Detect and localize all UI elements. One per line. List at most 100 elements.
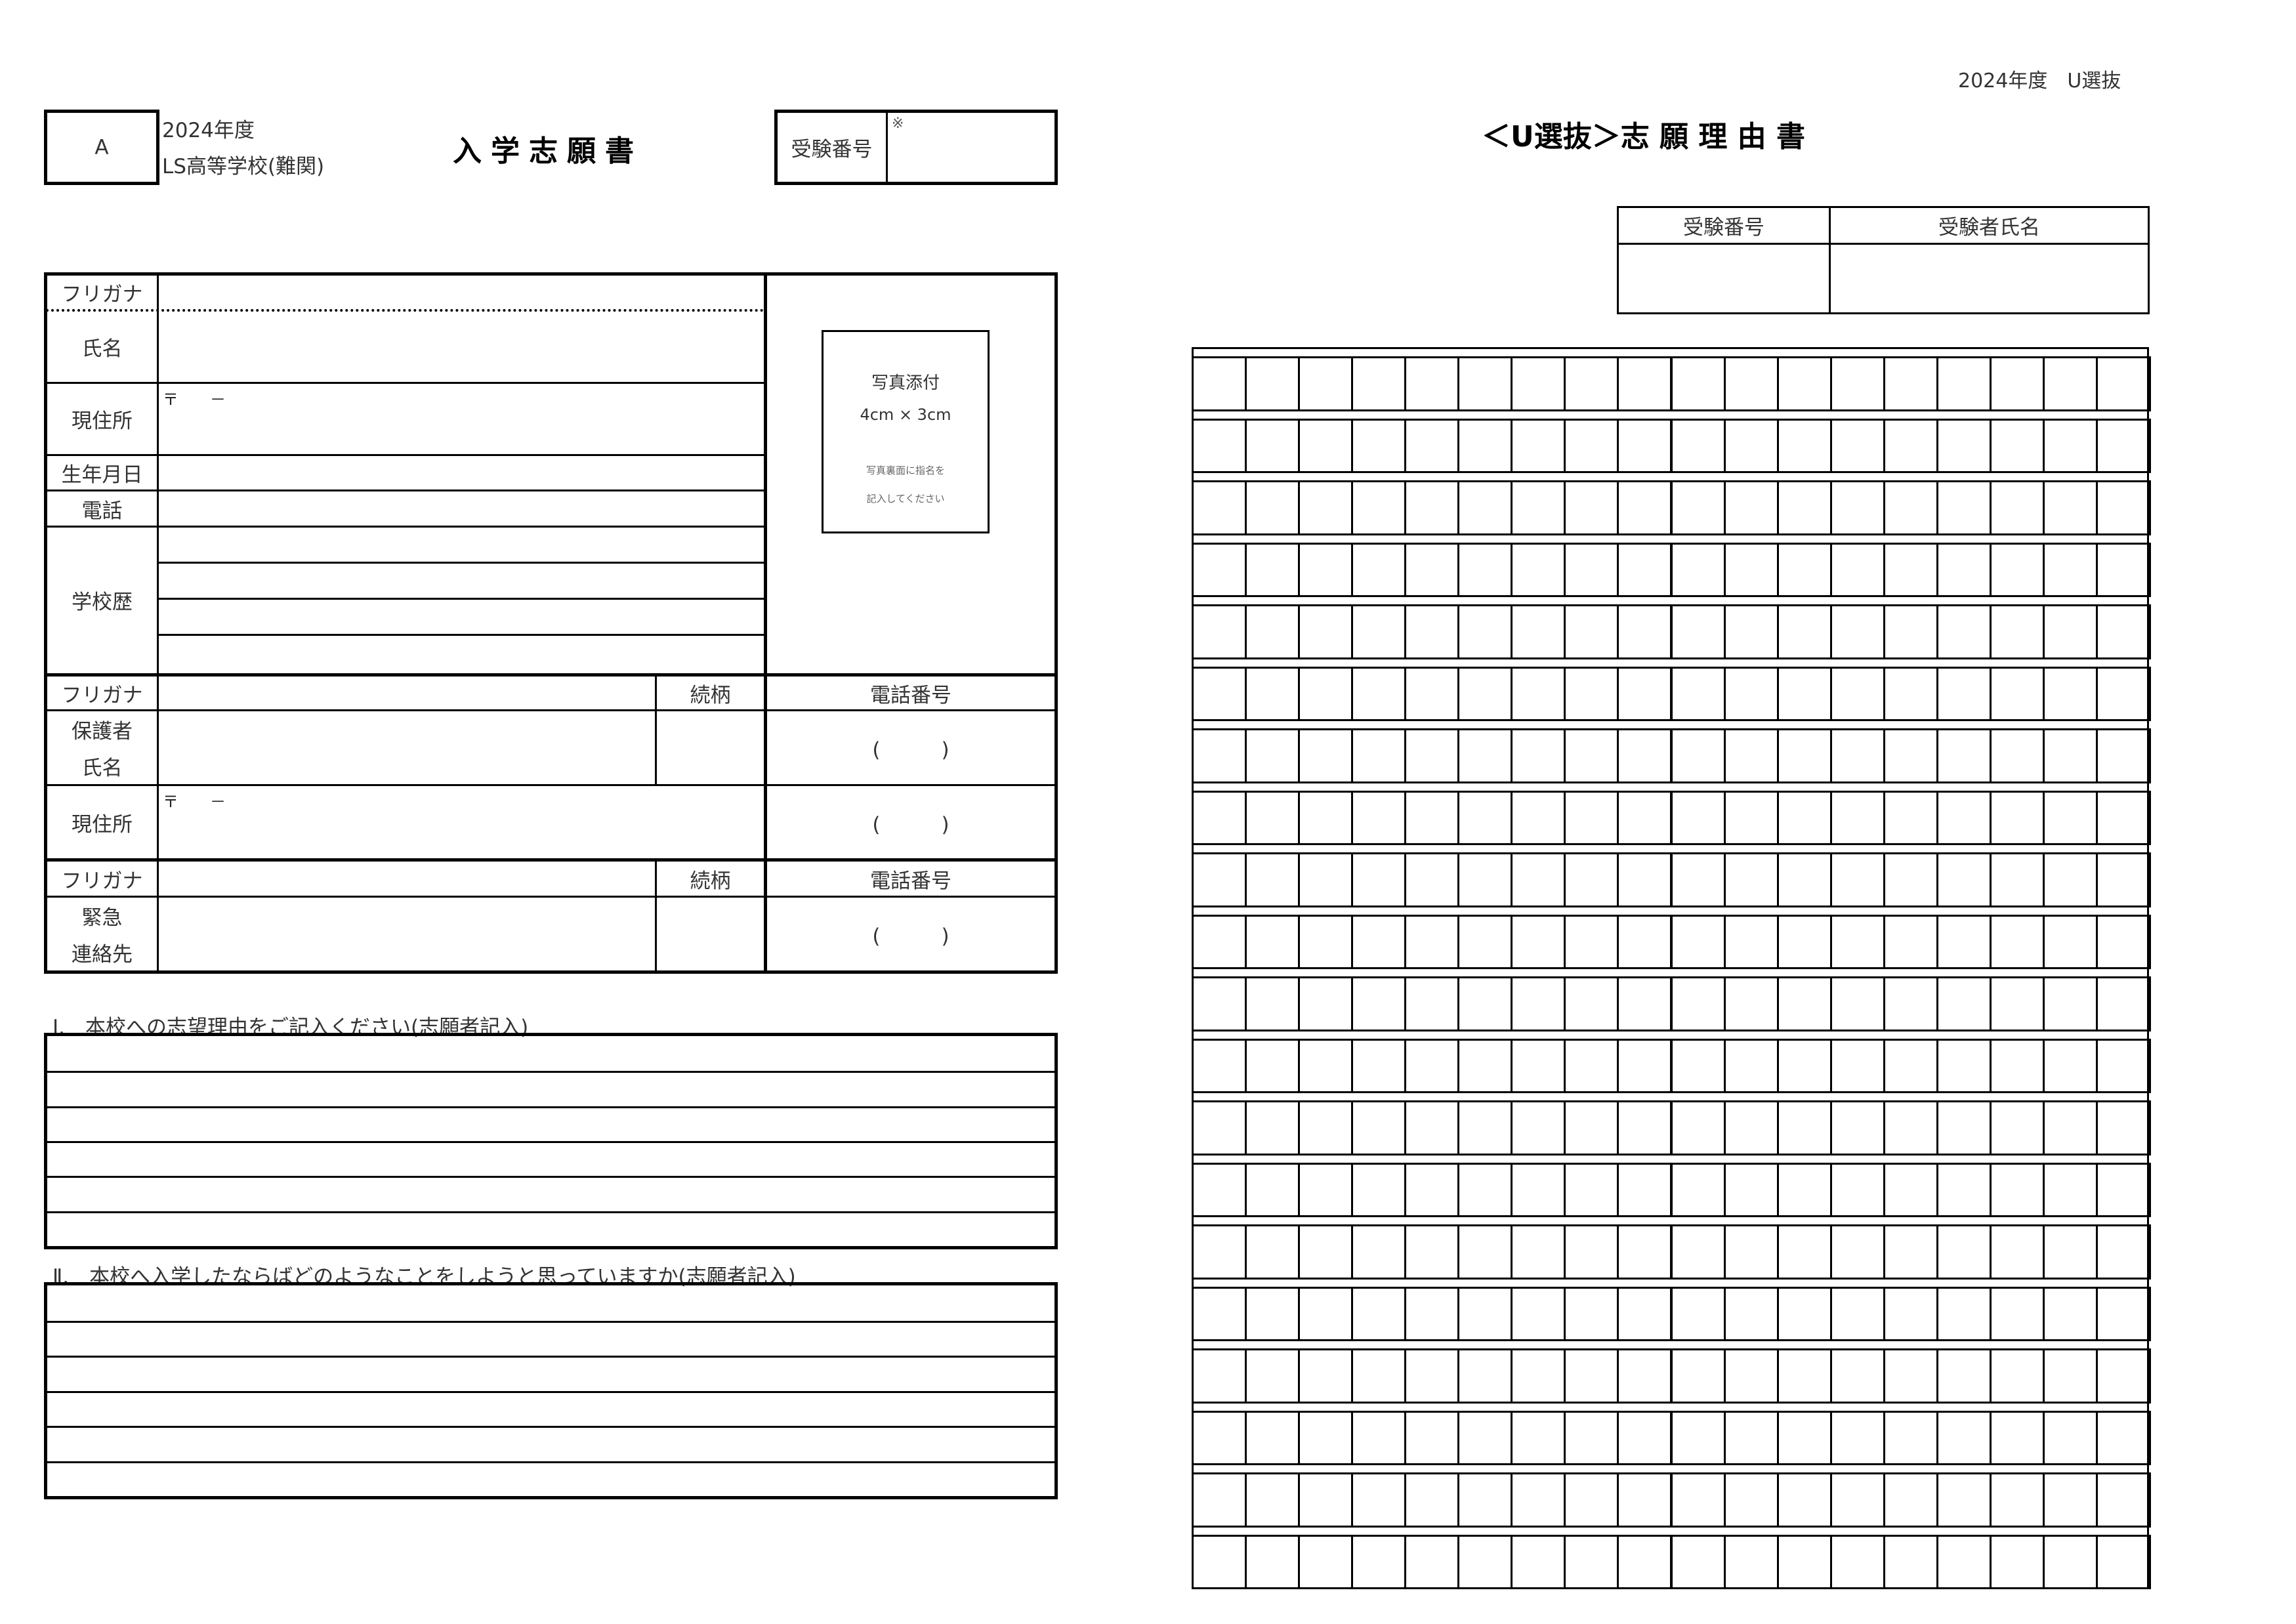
manuscript-cell[interactable] [1298,418,1354,473]
manuscript-cell[interactable] [1457,604,1513,659]
manuscript-cell[interactable] [2095,1224,2151,1280]
manuscript-cell[interactable] [1511,542,1566,597]
manuscript-cell[interactable] [1617,852,1673,907]
manuscript-cell[interactable] [1617,666,1673,721]
manuscript-cell[interactable] [1192,666,1247,721]
manuscript-cell[interactable] [1670,1348,1726,1404]
manuscript-cell[interactable] [1989,666,2045,721]
manuscript-cell[interactable] [1670,604,1726,659]
manuscript-cell[interactable] [1564,728,1619,783]
manuscript-cell[interactable] [1883,666,1938,721]
manuscript-cell[interactable] [1245,1224,1301,1280]
manuscript-cell[interactable] [1670,1038,1726,1093]
manuscript-cell[interactable] [1564,356,1619,411]
manuscript-cell[interactable] [1936,790,1992,845]
manuscript-cell[interactable] [2042,914,2098,969]
manuscript-cell[interactable] [1829,914,1885,969]
manuscript-cell[interactable] [1404,480,1460,535]
manuscript-cell[interactable] [1936,1162,1992,1217]
manuscript-cell[interactable] [1298,542,1354,597]
manuscript-cell[interactable] [1192,1224,1247,1280]
manuscript-cell[interactable] [2042,1038,2098,1093]
manuscript-cell[interactable] [1564,418,1619,473]
manuscript-cell[interactable] [1564,790,1619,845]
manuscript-cell[interactable] [1245,480,1301,535]
manuscript-cell[interactable] [1829,790,1885,845]
manuscript-cell[interactable] [1617,1162,1673,1217]
applicant-name-field[interactable] [159,312,762,382]
manuscript-cell[interactable] [1404,1472,1460,1528]
manuscript-cell[interactable] [1936,1038,1992,1093]
manuscript-cell[interactable] [1723,1038,1779,1093]
manuscript-cell[interactable] [1511,914,1566,969]
manuscript-cell[interactable] [1351,1038,1407,1093]
manuscript-cell[interactable] [1192,976,1247,1031]
manuscript-cell[interactable] [1936,666,1992,721]
manuscript-cell[interactable] [1245,976,1301,1031]
manuscript-cell[interactable] [1245,914,1301,969]
photo-box[interactable]: 写真添付 4cm × 3cm 写真裏面に指名を 記入してください [822,330,990,533]
manuscript-cell[interactable] [1883,790,1938,845]
manuscript-cell[interactable] [1298,852,1354,907]
manuscript-cell[interactable] [1351,1472,1407,1528]
manuscript-cell[interactable] [1936,542,1992,597]
manuscript-cell[interactable] [2042,976,2098,1031]
manuscript-cell[interactable] [1936,976,1992,1031]
manuscript-cell[interactable] [1298,1410,1354,1465]
manuscript-cell[interactable] [1989,356,2045,411]
manuscript-cell[interactable] [1670,542,1726,597]
manuscript-cell[interactable] [1617,1472,1673,1528]
manuscript-cell[interactable] [1989,1410,2045,1465]
manuscript-cell[interactable] [1351,666,1407,721]
manuscript-cell[interactable] [1404,976,1460,1031]
manuscript-cell[interactable] [2095,914,2151,969]
manuscript-cell[interactable] [1298,666,1354,721]
answer-line[interactable] [47,1176,1054,1211]
manuscript-cell[interactable] [1457,1286,1513,1341]
manuscript-cell[interactable] [2042,542,2098,597]
manuscript-cell[interactable] [1404,1348,1460,1404]
manuscript-cell[interactable] [1564,604,1619,659]
manuscript-cell[interactable] [1404,1162,1460,1217]
manuscript-cell[interactable] [1829,418,1885,473]
manuscript-cell[interactable] [2095,666,2151,721]
manuscript-cell[interactable] [1457,852,1513,907]
manuscript-cell[interactable] [1192,356,1247,411]
manuscript-cell[interactable] [1351,852,1407,907]
manuscript-cell[interactable] [1351,480,1407,535]
manuscript-cell[interactable] [1351,1348,1407,1404]
manuscript-cell[interactable] [1989,852,2045,907]
manuscript-cell[interactable] [1829,480,1885,535]
manuscript-cell[interactable] [1723,1224,1779,1280]
manuscript-cell[interactable] [1829,604,1885,659]
manuscript-cell[interactable] [2095,1348,2151,1404]
manuscript-cell[interactable] [1936,1472,1992,1528]
manuscript-cell[interactable] [2042,1348,2098,1404]
manuscript-cell[interactable] [1511,1038,1566,1093]
manuscript-cell[interactable] [1776,1038,1832,1093]
manuscript-cell[interactable] [1936,418,1992,473]
applicant-phone-field[interactable] [159,491,762,526]
manuscript-cell[interactable] [1511,1472,1566,1528]
manuscript-cell[interactable] [1776,914,1832,969]
manuscript-cell[interactable] [1511,1348,1566,1404]
manuscript-cell[interactable] [1404,542,1460,597]
manuscript-cell[interactable] [1298,914,1354,969]
manuscript-cell[interactable] [1457,728,1513,783]
birthdate-field[interactable] [159,456,762,489]
manuscript-cell[interactable] [1936,1410,1992,1465]
manuscript-cell[interactable] [1670,1100,1726,1156]
manuscript-cell[interactable] [1936,604,1992,659]
manuscript-cell[interactable] [1245,1286,1301,1341]
manuscript-cell[interactable] [1670,914,1726,969]
manuscript-cell[interactable] [1617,1038,1673,1093]
manuscript-cell[interactable] [1617,480,1673,535]
manuscript-cell[interactable] [1564,1038,1619,1093]
manuscript-cell[interactable] [1829,1162,1885,1217]
manuscript-cell[interactable] [1776,1348,1832,1404]
manuscript-cell[interactable] [2042,666,2098,721]
manuscript-cell[interactable] [1457,914,1513,969]
manuscript-cell[interactable] [1298,356,1354,411]
manuscript-cell[interactable] [1564,1472,1619,1528]
manuscript-cell[interactable] [1351,1534,1407,1589]
